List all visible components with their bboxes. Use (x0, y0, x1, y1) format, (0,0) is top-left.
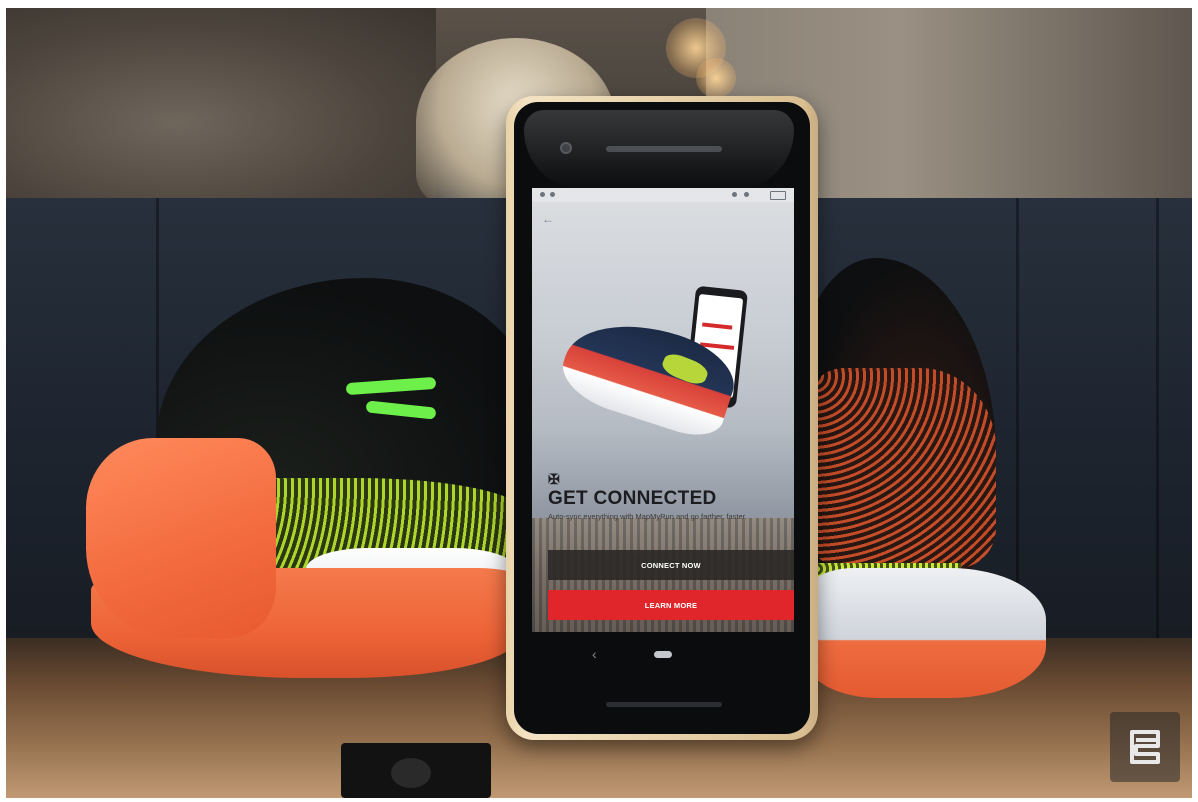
subtext: Auto-sync everything with MapMyRun and g… (548, 512, 747, 521)
android-nav-bar: ‹ (532, 638, 794, 672)
connect-now-button[interactable]: CONNECT NOW (548, 550, 794, 580)
promo-chart-bar (702, 322, 733, 330)
app-screen: ← ✠ GET CONNECTED Auto-sync everything w… (532, 188, 794, 632)
left-shoe-heel (86, 438, 276, 638)
wifi-icon (732, 192, 737, 197)
learn-more-button[interactable]: LEARN MORE (548, 590, 794, 620)
notification-icon (550, 192, 555, 197)
bench-seam (1156, 198, 1159, 638)
right-shoe-sole (806, 568, 1046, 698)
phone-face: ← ✠ GET CONNECTED Auto-sync everything w… (514, 102, 810, 734)
battery-icon (770, 191, 786, 200)
signal-icon (744, 192, 749, 197)
headline: GET CONNECTED (548, 488, 717, 509)
back-arrow-icon[interactable]: ← (542, 212, 554, 226)
notification-icon (540, 192, 545, 197)
under-armour-logo-icon: ✠ (548, 471, 560, 487)
status-bar (532, 188, 794, 202)
bench-seam (1016, 198, 1019, 638)
right-shoe-mesh (806, 368, 996, 568)
nav-back-icon[interactable]: ‹ (592, 646, 597, 662)
smartphone: ← ✠ GET CONNECTED Auto-sync everything w… (506, 96, 818, 740)
engadget-e-logo-icon (1130, 730, 1160, 764)
bokeh-light (696, 58, 736, 98)
product-photo: ← ✠ GET CONNECTED Auto-sync everything w… (6, 8, 1192, 798)
nav-home-icon[interactable] (654, 651, 672, 658)
table-clip-hole (391, 758, 431, 788)
engadget-watermark (1110, 712, 1180, 782)
screen-glare (524, 110, 794, 190)
bottom-speaker (606, 702, 722, 707)
